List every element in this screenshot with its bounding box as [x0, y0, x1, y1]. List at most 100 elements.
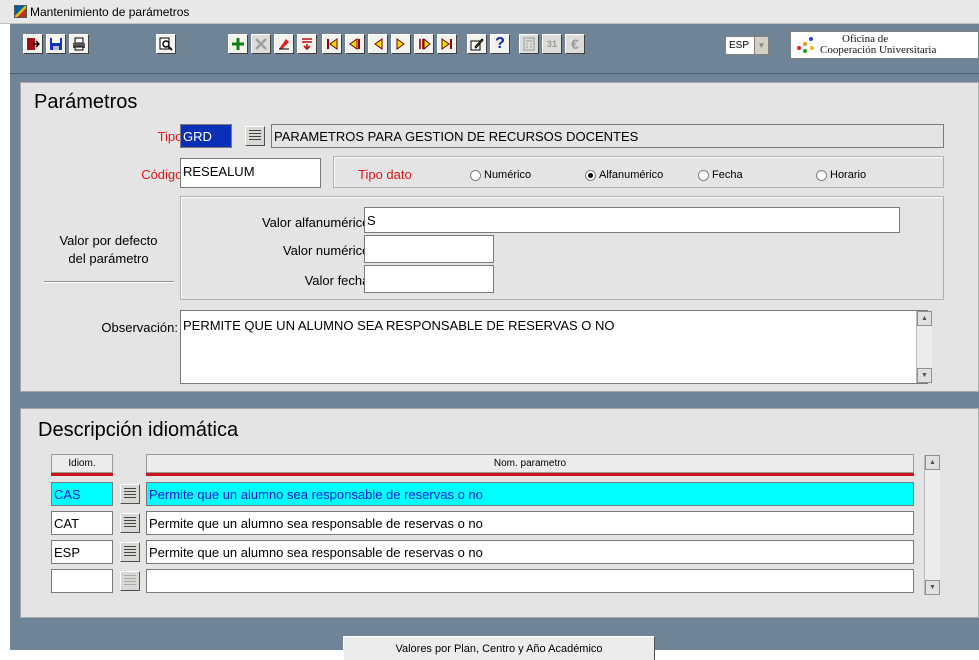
row-1-nom[interactable]: Permite que un alumno sea responsable de…: [146, 482, 914, 506]
codigo-field[interactable]: RESEALUM: [180, 158, 321, 188]
print-button[interactable]: [69, 34, 89, 54]
pencil-icon: [470, 38, 484, 51]
list-down-icon: [302, 38, 312, 51]
valor-fecha-label: Valor fecha:: [304, 273, 373, 288]
app-icon: [14, 5, 27, 18]
valor-numerico-label: Valor numérico:: [282, 243, 373, 258]
magnifier-page-icon: [159, 37, 173, 51]
calculator-button[interactable]: [519, 34, 539, 54]
save-button[interactable]: [46, 34, 66, 54]
column-header-nom-parametro[interactable]: Nom. parametro: [146, 454, 914, 473]
toolbar: ? 31 € ESP ▼ Oficina de Cooperación Univ…: [10, 24, 979, 74]
valor-defecto-divider: [44, 281, 174, 283]
parametros-panel: Parámetros Tipo: GRD PARAMETROS PARA GES…: [20, 82, 979, 392]
radio-horario[interactable]: Horario: [816, 169, 866, 181]
row-3-nom[interactable]: Permite que un alumno sea responsable de…: [146, 540, 914, 564]
plus-icon: [232, 38, 244, 50]
row-1-lov-button[interactable]: [120, 484, 140, 504]
column-header-idiom[interactable]: Idiom.: [51, 454, 113, 473]
application-window: ? 31 € ESP ▼ Oficina de Cooperación Univ…: [10, 24, 979, 660]
first-icon: [327, 38, 338, 50]
next-block-icon: [419, 37, 431, 51]
calculator-icon: [523, 37, 535, 51]
radio-numerico[interactable]: Numérico: [470, 169, 531, 181]
valor-alfanumerico-field[interactable]: S: [364, 207, 900, 233]
delete-record-button[interactable]: [251, 34, 271, 54]
observacion-scrollbar[interactable]: ▲ ▼: [916, 311, 932, 383]
radio-numerico-label: Numérico: [484, 169, 532, 181]
row-2-idiom[interactable]: CAT: [51, 511, 113, 535]
radio-alfanumerico-label: Alfanumérico: [599, 169, 664, 181]
organization-logo: Oficina de Cooperación Universitaria: [790, 31, 979, 59]
radio-horario-label: Horario: [830, 169, 867, 181]
radio-alfanumerico-dot: [585, 169, 596, 181]
observacion-label: Observación:: [101, 320, 178, 335]
row-4-nom[interactable]: [146, 569, 914, 593]
observacion-textarea[interactable]: PERMITE QUE UN ALUMNO SEA RESPONSABLE DE…: [180, 310, 928, 384]
row-4-idiom[interactable]: [51, 569, 113, 593]
language-value: ESP: [729, 40, 750, 51]
prev-icon: [374, 38, 383, 50]
valor-numerico-field[interactable]: [364, 235, 494, 263]
eraser-icon: [279, 39, 289, 50]
radio-alfanumerico[interactable]: Alfanumérico: [585, 169, 663, 181]
insert-record-button[interactable]: [228, 34, 248, 54]
window-title: Mantenimiento de parámetros: [30, 4, 190, 19]
scroll-up-icon[interactable]: ▲: [917, 311, 932, 326]
clear-record-button[interactable]: [274, 34, 294, 54]
valor-defecto-label-2: del parámetro: [68, 251, 149, 266]
row-1-idiom[interactable]: CAS: [51, 482, 113, 506]
calendar-button[interactable]: 31: [542, 34, 562, 54]
tipo-field[interactable]: GRD: [180, 124, 232, 148]
query-button[interactable]: [156, 34, 176, 54]
descripcion-scrollbar[interactable]: ▲ ▼: [924, 455, 940, 595]
row-3-idiom[interactable]: ESP: [51, 540, 113, 564]
row-3-lov-button[interactable]: [120, 542, 140, 562]
radio-fecha-dot: [698, 169, 709, 181]
printer-icon: [73, 37, 85, 51]
floppy-icon: [50, 38, 62, 50]
previous-block-button[interactable]: [345, 34, 365, 54]
radio-numerico-dot: [470, 169, 481, 181]
x-icon: [255, 38, 267, 50]
logo-dots-icon: [794, 34, 820, 56]
row-2-nom[interactable]: Permite que un alumno sea responsable de…: [146, 511, 914, 535]
tipo-description-field: PARAMETROS PARA GESTION DE RECURSOS DOCE…: [271, 124, 944, 148]
language-select[interactable]: ESP ▼: [725, 36, 769, 55]
column-header-nom-underline: [146, 473, 914, 476]
scroll-down-icon[interactable]: ▼: [917, 368, 932, 383]
euro-button[interactable]: €: [565, 34, 585, 54]
valor-alfanumerico-label: Valor alfanumérico:: [261, 215, 373, 230]
parametros-title: Parámetros: [34, 91, 138, 113]
question-icon: ?: [495, 35, 505, 52]
duplicate-record-button[interactable]: [297, 34, 317, 54]
next-icon: [396, 38, 405, 50]
valores-plan-centro-button[interactable]: Valores por Plan, Centro y Año Académico: [343, 636, 655, 660]
previous-record-button[interactable]: [368, 34, 388, 54]
radio-horario-dot: [816, 169, 827, 181]
tipo-lov-button[interactable]: [245, 126, 265, 146]
chevron-down-icon: ▼: [754, 37, 768, 54]
row-4-lov-button[interactable]: [120, 571, 140, 591]
row-2-lov-button[interactable]: [120, 513, 140, 533]
edit-button[interactable]: [467, 34, 487, 54]
scroll-down-icon[interactable]: ▼: [925, 580, 940, 595]
help-button[interactable]: ?: [490, 34, 510, 54]
euro-icon: €: [571, 36, 579, 52]
exit-icon: [27, 38, 40, 50]
exit-button[interactable]: [23, 34, 43, 54]
next-block-button[interactable]: [414, 34, 434, 54]
radio-fecha-label: Fecha: [712, 169, 743, 181]
tipo-dato-label: Tipo dato: [358, 167, 412, 182]
title-bar: Mantenimiento de parámetros: [0, 0, 979, 24]
valor-defecto-label-1: Valor por defecto: [59, 233, 158, 248]
first-record-button[interactable]: [322, 34, 342, 54]
last-record-button[interactable]: [437, 34, 457, 54]
valor-fecha-field[interactable]: [364, 265, 494, 293]
calendar-icon: 31: [546, 38, 557, 49]
next-record-button[interactable]: [391, 34, 411, 54]
scroll-up-icon[interactable]: ▲: [925, 455, 940, 470]
logo-text-line2: Cooperación Universitaria: [820, 44, 937, 56]
prev-block-icon: [349, 38, 360, 50]
radio-fecha[interactable]: Fecha: [698, 169, 743, 181]
